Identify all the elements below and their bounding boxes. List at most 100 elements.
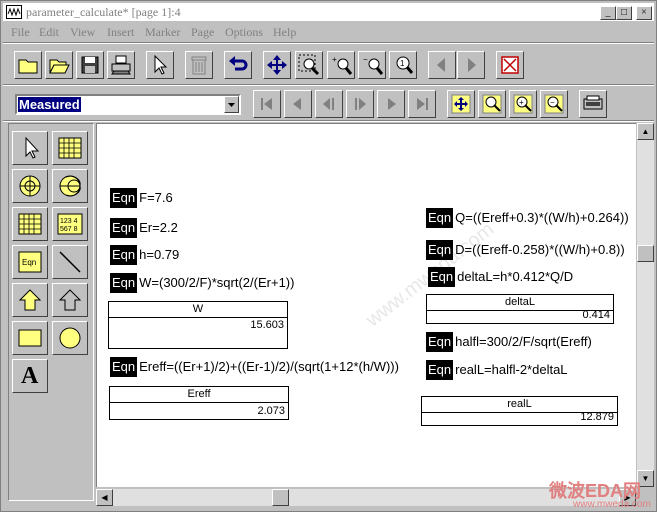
svg-text:123 4: 123 4 [60,218,78,225]
equation-D[interactable]: Eqn D=((Ereff-0.258)*((W/h)+0.8)) [426,240,625,260]
palette-table-button[interactable] [52,131,88,165]
equation-Er[interactable]: Eqn Er=2.2 [110,218,178,238]
zoom-area-button[interactable] [295,51,323,79]
vertical-scrollbar[interactable]: ▲ ▼ [637,123,654,487]
listing-value: 2.073 [257,405,285,417]
zoom-one-button[interactable]: 1 [389,51,417,79]
listing-value: 12.879 [580,411,614,423]
print-button[interactable] [107,51,135,79]
hp-plotter-button[interactable] [579,90,607,118]
svg-text:1: 1 [400,59,405,68]
zoom-fit-icon [482,94,502,114]
step-back-button[interactable] [315,90,343,118]
measure-type-select[interactable]: Measured [15,94,241,115]
zoom-fit-button[interactable] [478,90,506,118]
eqn-tag: Eqn [110,245,138,265]
next-page-icon [468,58,476,72]
menu-help[interactable]: Help [273,23,296,41]
close-button[interactable]: × [636,6,652,20]
palette-polar-button[interactable] [12,169,48,203]
measure-type-value: Measured [18,97,81,112]
move-button[interactable] [263,51,291,79]
palette-grid-button[interactable] [12,207,48,241]
autoscale-button[interactable] [447,90,475,118]
equation-Q[interactable]: Eqn Q=((Ereff+0.3)*((W/h)+0.264)) [426,208,629,228]
result-realL-listing[interactable]: realL 12.879 [421,396,618,426]
zoom-out-button[interactable]: − [358,51,386,79]
menu-page[interactable]: Page [191,23,214,41]
select-button[interactable] [146,51,174,79]
brand-url: www.mweda.com [573,499,651,510]
first-trace-button[interactable] [253,90,281,118]
zoom-plot-out-button[interactable]: − [540,90,568,118]
vertical-scroll-thumb[interactable] [637,245,654,262]
palette-arrow-button[interactable] [12,283,48,317]
palette-text-button[interactable]: A [12,359,48,393]
zoom-in-icon: + [332,55,352,75]
new-folder-button[interactable] [14,51,42,79]
zoom-in-button[interactable]: + [327,51,355,79]
title-bar: parameter_calculate* [page 1]:4 _ □ × [3,3,654,21]
menu-file[interactable]: File [11,23,30,41]
palette-smith-button[interactable] [52,169,88,203]
equation-halfl[interactable]: Eqn halfl=300/2/F/sqrt(Ereff) [426,332,592,352]
menu-marker[interactable]: Marker [145,23,180,41]
smith-chart-icon [59,175,81,197]
eqn-tag: Eqn [110,273,138,293]
palette-arrow-outline-button[interactable] [52,283,88,317]
minimize-button[interactable]: _ [600,6,616,20]
equation-text: h=0.79 [139,247,180,262]
eqn-tag: Eqn [426,360,454,380]
scroll-up-icon[interactable]: ▲ [637,123,654,140]
prev-page-button[interactable] [428,51,456,79]
dropdown-arrow-icon[interactable] [224,96,239,113]
page-canvas[interactable]: www.mweda.com Eqn F=7.6 Eqn Er=2.2 Eqn h=0.… [96,123,636,487]
listing-value: 15.603 [250,319,284,331]
toolbar-separator [3,84,654,86]
horizontal-scroll-thumb[interactable] [272,489,289,506]
undo-button[interactable] [224,51,252,79]
equation-Ereff[interactable]: Eqn Ereff=((Er+1)/2)+((Er-1)/2)/(sqrt(1+1… [110,357,399,377]
eqn-tag: Eqn [426,332,454,352]
window-title: parameter_calculate* [page 1]:4 [26,5,181,19]
save-icon [81,56,99,74]
zoom-out-icon: − [363,55,383,75]
zoom-plot-in-button[interactable]: + [509,90,537,118]
close-page-button[interactable] [496,51,524,79]
step-forward-button[interactable] [346,90,374,118]
palette-list-button[interactable]: 123 4 567 8 [52,207,88,241]
equation-h[interactable]: Eqn h=0.79 [110,245,179,265]
open-icon [49,59,70,74]
menu-view[interactable]: View [70,23,95,41]
equation-text: Q=((Ereff+0.3)*((W/h)+0.264)) [455,210,629,225]
result-W-listing[interactable]: W 15.603 [108,301,288,349]
palette-circle-button[interactable] [52,321,88,355]
next-page-button[interactable] [457,51,485,79]
autoscale-icon [451,94,471,114]
trash-icon [191,56,207,75]
last-trace-button[interactable] [408,90,436,118]
equation-F[interactable]: Eqn F=7.6 [110,188,173,208]
palette-line-button[interactable] [52,245,88,279]
palette-rectangle-button[interactable] [12,321,48,355]
equation-W[interactable]: Eqn W=(300/2/F)*sqrt(2/(Er+1)) [110,273,294,293]
next-trace-button[interactable] [377,90,405,118]
palette-eqn-button[interactable]: Eqn [12,245,48,279]
menu-insert[interactable]: Insert [107,23,134,41]
svg-text:+: + [519,98,524,107]
prev-trace-button[interactable] [284,90,312,118]
maximize-button[interactable]: □ [616,6,632,20]
result-Ereff-listing[interactable]: Ereff 2.073 [109,386,289,420]
scroll-left-icon[interactable]: ◀ [96,489,113,506]
equation-realL[interactable]: Eqn realL=halfl-2*deltaL [426,360,568,380]
save-button[interactable] [76,51,104,79]
palette-pointer-button[interactable] [12,131,48,165]
result-deltaL-listing[interactable]: deltaL 0.414 [426,294,614,324]
equation-text: halfl=300/2/F/sqrt(Ereff) [455,334,592,349]
menu-options[interactable]: Options [225,23,263,41]
last-icon [417,98,428,110]
equation-deltaL[interactable]: Eqn deltaL=h*0.412*Q/D [428,267,573,287]
open-button[interactable] [45,51,73,79]
delete-button[interactable] [185,51,213,79]
menu-edit[interactable]: Edit [39,23,59,41]
